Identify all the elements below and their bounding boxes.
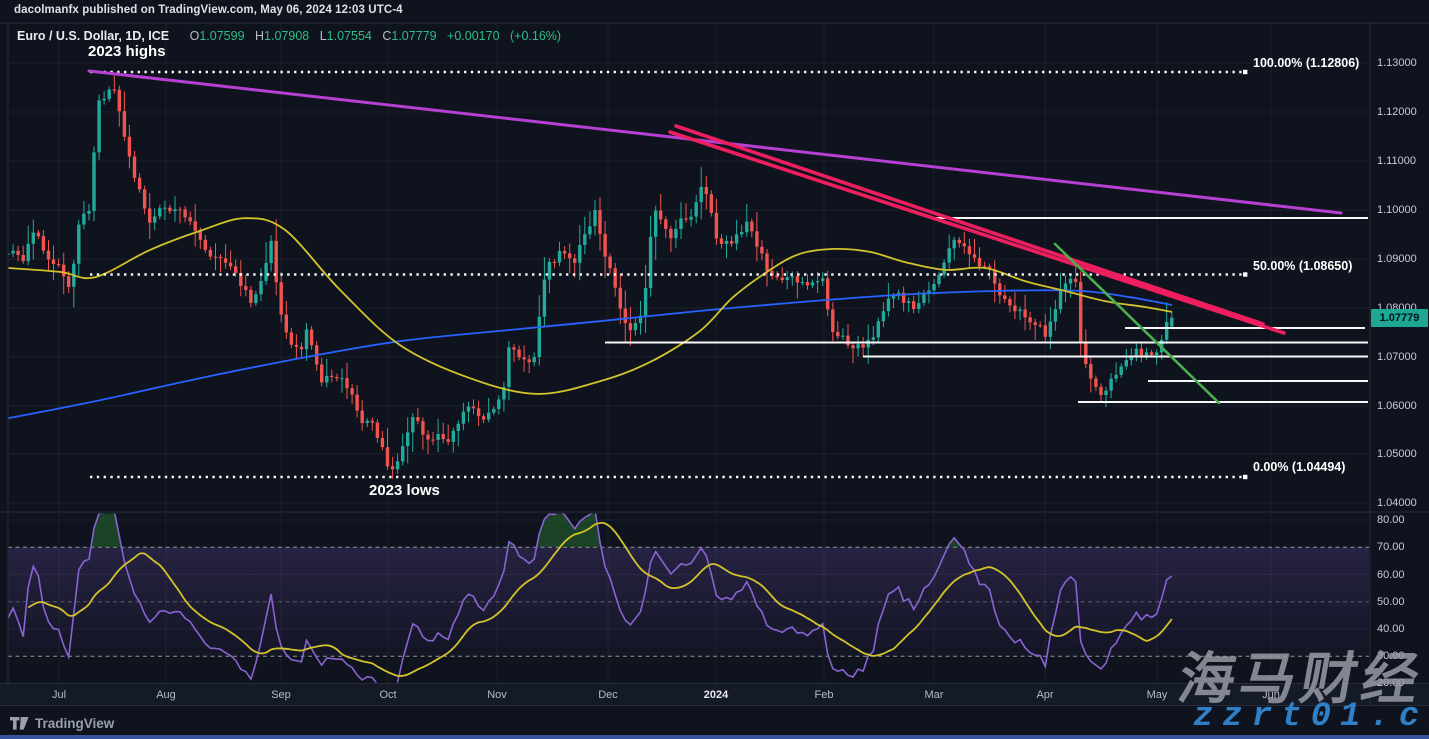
tradingview-logo-text: TradingView (35, 716, 114, 731)
ohlc-open-value: 1.07599 (199, 29, 244, 43)
symbol-header[interactable]: Euro / U.S. Dollar, 1D, ICE O1.07599 H1.… (17, 29, 561, 43)
tradingview-published-chart: dacolmanfx published on TradingView.com,… (0, 0, 1429, 739)
change-percent: (+0.16%) (510, 29, 561, 43)
ohlc-low-label: L (320, 29, 327, 43)
ohlc-low-value: 1.07554 (327, 29, 372, 43)
ohlc-high-label: H (255, 29, 264, 43)
watermark-url: zzrt01.cn (1193, 698, 1429, 736)
chart-canvas[interactable] (0, 0, 1429, 739)
annotation-2023-lows[interactable]: 2023 lows (369, 482, 440, 499)
change-absolute: +0.00170 (447, 29, 499, 43)
annotation-2023-highs[interactable]: 2023 highs (88, 43, 166, 60)
publish-info-bar: dacolmanfx published on TradingView.com,… (14, 4, 403, 16)
tradingview-logo-icon (10, 717, 29, 730)
fib-label-0[interactable]: 0.00% (1.04494) (1253, 460, 1345, 474)
ohlc-high-value: 1.07908 (264, 29, 309, 43)
tradingview-logo[interactable]: TradingView (10, 716, 114, 731)
symbol-title[interactable]: Euro / U.S. Dollar, 1D, ICE (17, 29, 169, 43)
bottom-accent-bar (0, 735, 1429, 739)
fib-label-50[interactable]: 50.00% (1.08650) (1253, 259, 1352, 273)
fib-label-100[interactable]: 100.00% (1.12806) (1253, 56, 1359, 70)
ohlc-close-value: 1.07779 (391, 29, 436, 43)
last-price-badge[interactable]: 1.07779 (1371, 309, 1428, 327)
ohlc-open-label: O (190, 29, 200, 43)
